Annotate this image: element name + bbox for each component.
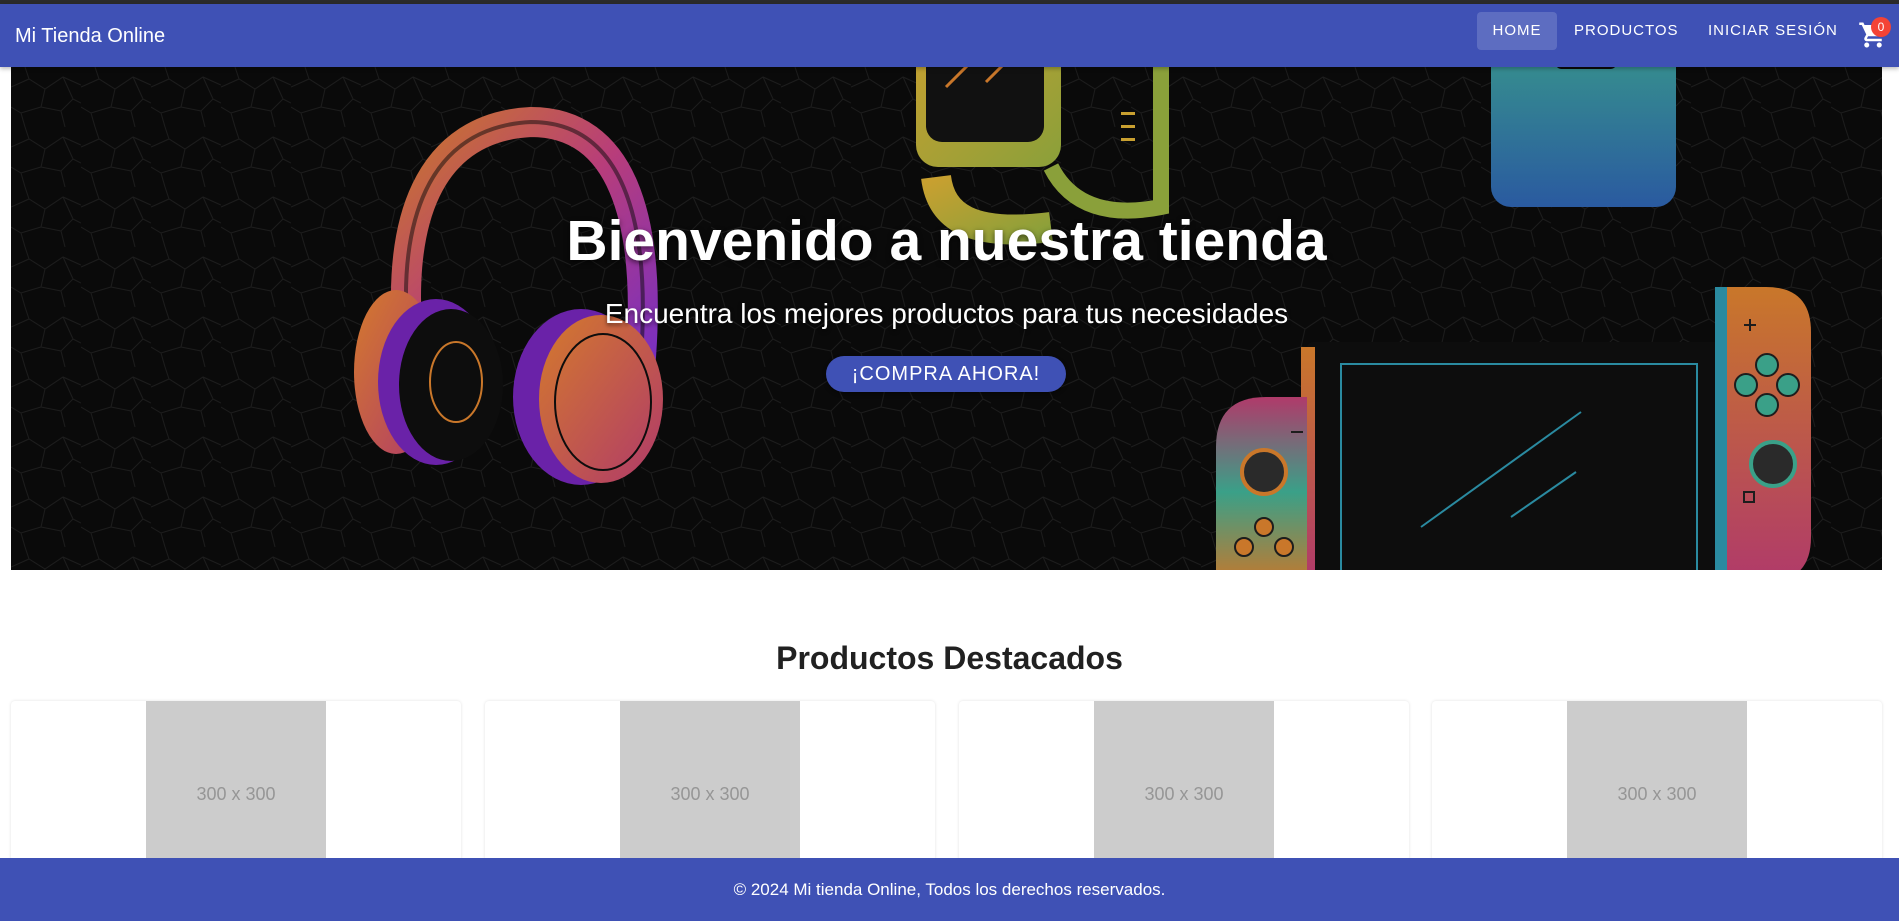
- product-card[interactable]: 300 x 300: [11, 701, 461, 861]
- image-size-label: 300 x 300: [670, 784, 750, 804]
- image-size-label: 300 x 300: [1617, 784, 1697, 804]
- footer-copyright: © 2024 Mi tienda Online, Todos los derec…: [733, 880, 1166, 899]
- nav-home-button[interactable]: HOME: [1477, 12, 1557, 50]
- shop-now-button[interactable]: ¡COMPRA AHORA!: [826, 356, 1066, 392]
- hero-subtitle: Encuentra los mejores productos para tus…: [604, 298, 1289, 329]
- page-footer: © 2024 Mi tienda Online, Todos los derec…: [0, 858, 1899, 921]
- brand-title[interactable]: Mi Tienda Online: [15, 24, 165, 48]
- product-image-placeholder[interactable]: 300 x 300: [1094, 701, 1274, 861]
- product-image-placeholder[interactable]: 300 x 300: [1567, 701, 1747, 861]
- product-card[interactable]: 300 x 300: [1432, 701, 1882, 861]
- product-card[interactable]: 300 x 300: [485, 701, 935, 861]
- image-size-label: 300 x 300: [196, 784, 276, 804]
- cart-count-badge: 0: [1871, 17, 1891, 37]
- product-image-placeholder[interactable]: 300 x 300: [146, 701, 326, 861]
- hero-title: Bienvenido a nuestra tienda: [566, 209, 1327, 273]
- product-card[interactable]: 300 x 300: [959, 701, 1409, 861]
- nav-login-button[interactable]: INICIAR SESIÓN: [1690, 12, 1856, 50]
- product-image-placeholder[interactable]: 300 x 300: [620, 701, 800, 861]
- hero-banner: Bienvenido a nuestra tienda Encuentra lo…: [11, 67, 1882, 570]
- image-size-label: 300 x 300: [1144, 784, 1224, 804]
- nav-products-button[interactable]: PRODUCTOS: [1556, 12, 1697, 50]
- top-navbar: Mi Tienda Online HOME PRODUCTOS INICIAR …: [0, 4, 1899, 67]
- featured-products-title: Productos Destacados: [776, 640, 1123, 676]
